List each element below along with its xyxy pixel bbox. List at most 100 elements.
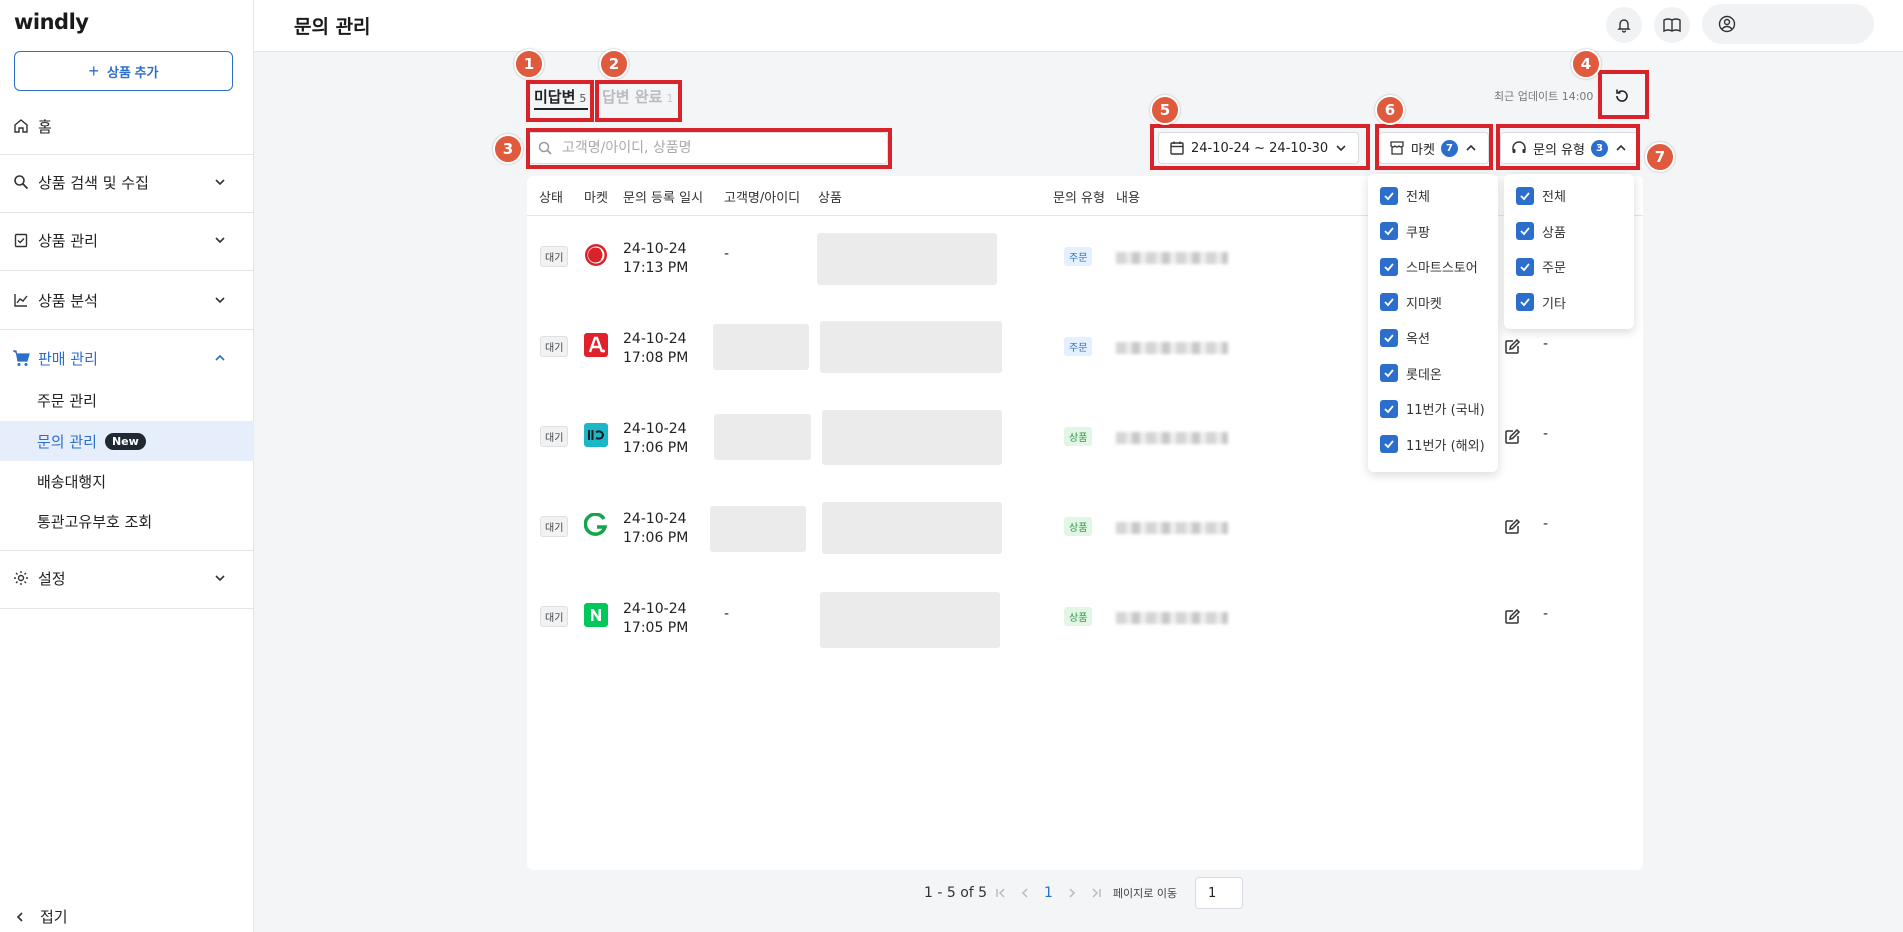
plus-icon: +: [88, 61, 100, 81]
notification-button[interactable]: [1606, 7, 1642, 43]
market-option[interactable]: 11번가 (국내): [1368, 391, 1498, 427]
market-option[interactable]: 지마켓: [1368, 285, 1498, 321]
product-image-placeholder: [822, 410, 1002, 465]
table-row[interactable]: 대기 24-10-24 17:06 PM 상품 -: [527, 486, 1643, 576]
current-page-number[interactable]: 1: [1044, 885, 1053, 901]
naver-icon: [584, 603, 608, 627]
market-option[interactable]: 11번가 (해외): [1368, 427, 1498, 463]
windly-logo[interactable]: windly: [14, 10, 89, 34]
user-menu[interactable]: [1702, 4, 1874, 44]
goto-page-input[interactable]: 1: [1195, 877, 1243, 909]
shopping-cart-icon: [12, 349, 30, 367]
chevron-down-icon: [215, 179, 225, 186]
guide-button[interactable]: [1654, 7, 1690, 43]
checkbox-checked-icon: [1380, 435, 1398, 454]
table-row[interactable]: 대기 24-10-24 17:05 PM - 상품 -: [527, 576, 1643, 666]
nav-settings[interactable]: 설정: [0, 558, 254, 598]
reply-status: -: [1543, 516, 1549, 532]
sidebar-divider: [0, 270, 254, 271]
first-page-icon[interactable]: [994, 886, 1008, 900]
inquiry-type-filter[interactable]: 문의 유형 3: [1500, 132, 1639, 164]
sub-item-customs-code[interactable]: 통관고유부호 조회: [0, 501, 254, 541]
market-count-badge: 7: [1440, 139, 1458, 157]
col-customer: 고객명/아이디: [724, 191, 801, 206]
sub-item-shipping-agent[interactable]: 배송대행지: [0, 461, 254, 501]
chevron-down-icon: [1336, 145, 1346, 152]
inquiry-type-option[interactable]: 전체: [1504, 178, 1634, 214]
sidebar-divider: [0, 329, 254, 330]
search-input[interactable]: [562, 140, 862, 156]
product-image-placeholder: [822, 502, 1002, 554]
nav-settings-label: 설정: [38, 569, 66, 588]
add-product-button[interactable]: + 상품 추가: [14, 51, 233, 91]
inquiry-type-option[interactable]: 주문: [1504, 249, 1634, 285]
inquiry-type-option[interactable]: 기타: [1504, 285, 1634, 321]
nav-product-analysis[interactable]: 상품 분석: [0, 280, 254, 320]
nav-product-search[interactable]: 상품 검색 및 수집: [0, 162, 254, 202]
status-badge: 대기: [540, 336, 569, 357]
inquiry-datetime: 24-10-24 17:13 PM: [623, 241, 689, 276]
edit-icon[interactable]: [1503, 428, 1521, 446]
auction-icon: [584, 333, 608, 357]
market-option[interactable]: 전체: [1368, 178, 1498, 214]
inquiry-content-blurred: [1116, 522, 1228, 534]
inquiry-datetime: 24-10-24 17:05 PM: [623, 601, 689, 636]
checkbox-checked-icon: [1380, 186, 1398, 205]
home-icon: [12, 117, 30, 135]
reply-status: -: [1543, 426, 1549, 442]
gear-icon: [12, 569, 30, 587]
product-image-placeholder: [820, 592, 1000, 648]
goto-page-label: 페이지로 이동: [1112, 887, 1178, 900]
market-option[interactable]: 쿠팡: [1368, 214, 1498, 250]
nav-home[interactable]: 홈: [0, 106, 254, 146]
inquiry-type-count-badge: 3: [1590, 139, 1608, 157]
next-page-icon[interactable]: [1065, 886, 1079, 900]
market-filter[interactable]: 마켓 7: [1378, 132, 1489, 164]
11st-icon: [584, 423, 608, 447]
status-badge: 대기: [540, 426, 569, 447]
chevron-down-icon: [215, 297, 225, 304]
edit-icon[interactable]: [1503, 338, 1521, 356]
collapse-label: 접기: [40, 908, 68, 926]
chevron-up-icon: [215, 354, 225, 361]
clipboard-check-icon: [12, 231, 30, 249]
sidebar: windly + 상품 추가 홈 상품 검색 및 수집 상품 관리 상품 분석: [0, 0, 254, 932]
checkbox-checked-icon: [1380, 399, 1398, 418]
nav-sales-manage[interactable]: 판매 관리: [0, 338, 254, 378]
inquiry-type-option[interactable]: 상품: [1504, 214, 1634, 250]
sub-item-order-manage[interactable]: 주문 관리: [0, 380, 254, 420]
calendar-icon: [1170, 141, 1184, 155]
last-page-icon[interactable]: [1089, 886, 1103, 900]
prev-page-icon[interactable]: [1018, 886, 1032, 900]
add-product-label: 상품 추가: [107, 64, 159, 80]
checkbox-checked-icon: [1380, 293, 1398, 312]
customer-name: -: [724, 246, 730, 262]
edit-icon[interactable]: [1503, 518, 1521, 536]
search-icon: [12, 173, 30, 191]
tab-unanswered[interactable]: 미답변 5: [534, 86, 586, 107]
market-option[interactable]: 옥션: [1368, 320, 1498, 356]
sub-item-inquiry-manage[interactable]: 문의 관리 New: [0, 421, 254, 461]
inquiry-datetime: 24-10-24 17:06 PM: [623, 421, 689, 456]
tab-answered[interactable]: 답변 완료 1: [602, 86, 673, 107]
edit-icon[interactable]: [1503, 608, 1521, 626]
refresh-button[interactable]: [1604, 78, 1640, 114]
book-icon: [1663, 18, 1681, 33]
collapse-sidebar-button[interactable]: 접기: [14, 906, 68, 927]
market-option[interactable]: 롯데온: [1368, 356, 1498, 392]
product-image-placeholder: [817, 233, 997, 285]
annotation-marker-4: 4: [1571, 49, 1601, 79]
new-badge: New: [104, 432, 146, 450]
inquiry-content-blurred: [1116, 432, 1228, 444]
store-icon: [1390, 141, 1404, 155]
reply-status: -: [1543, 336, 1549, 352]
checkbox-checked-icon: [1380, 257, 1398, 276]
market-option[interactable]: 스마트스토어: [1368, 249, 1498, 285]
date-range-filter[interactable]: 24-10-24 ~ 24-10-30: [1158, 132, 1360, 164]
inquiry-type-badge: 상품: [1064, 607, 1093, 626]
tab-count: 1: [666, 92, 674, 105]
nav-product-manage[interactable]: 상품 관리: [0, 220, 254, 260]
inquiry-type-badge: 상품: [1064, 517, 1093, 536]
sub-item-label: 문의 관리: [37, 432, 97, 451]
page-title: 문의 관리: [294, 16, 371, 38]
